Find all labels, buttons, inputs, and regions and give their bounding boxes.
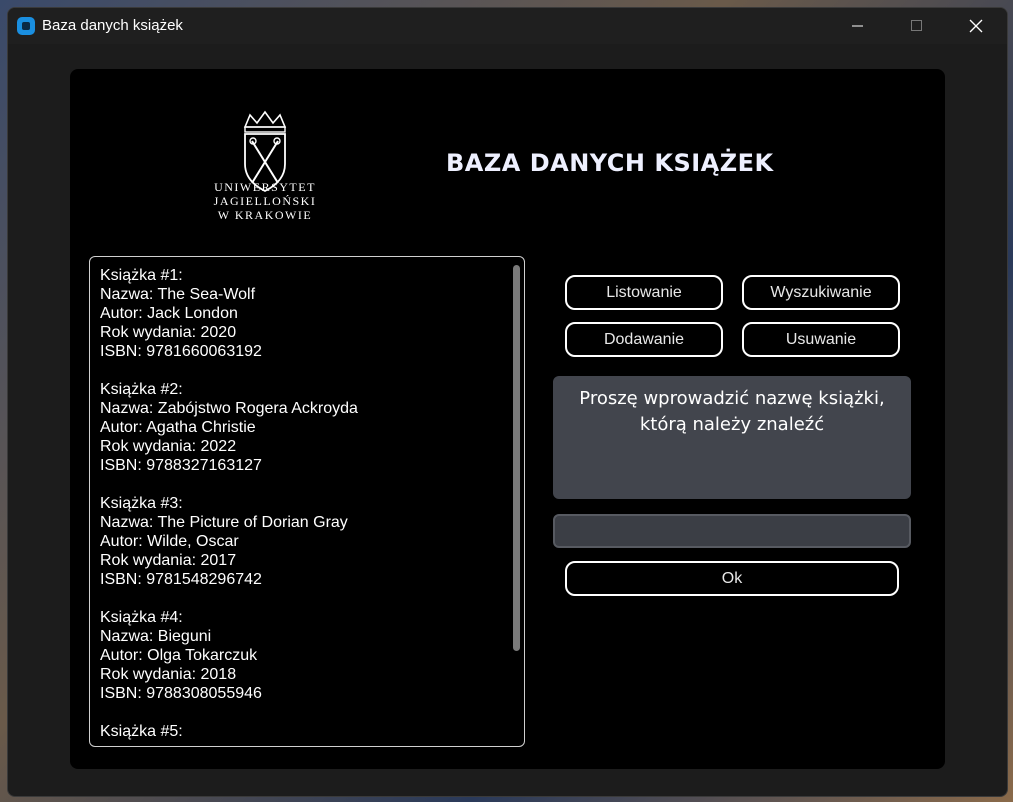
logo-line: W KRAKOWIE bbox=[217, 208, 313, 222]
maximize-button[interactable] bbox=[889, 8, 947, 44]
list-item: Książka #1: Nazwa: The Sea-Wolf Autor: J… bbox=[100, 266, 358, 361]
university-logo-text: UNIWERSYTET JAGIELLOŃSKI W KRAKOWIE bbox=[190, 180, 340, 222]
minimize-button[interactable] bbox=[830, 8, 888, 44]
book-isbn: ISBN: 9788327163127 bbox=[100, 457, 262, 474]
window-title: Baza danych książek bbox=[42, 17, 183, 34]
maximize-icon bbox=[911, 20, 922, 31]
book-author: Autor: Wilde, Oscar bbox=[100, 533, 239, 550]
book-isbn: ISBN: 9788308055946 bbox=[100, 685, 262, 702]
book-year: Rok wydania: 2017 bbox=[100, 552, 237, 569]
list-item: Książka #2: Nazwa: Zabójstwo Rogera Ackr… bbox=[100, 380, 358, 475]
book-author: Autor: Agatha Christie bbox=[100, 419, 256, 436]
book-name: Nazwa: The Sea-Wolf bbox=[100, 286, 256, 303]
book-author: Autor: Olga Tokarczuk bbox=[100, 647, 258, 664]
title-bar[interactable]: Baza danych książek bbox=[8, 8, 1007, 44]
close-button[interactable] bbox=[948, 8, 1006, 44]
book-list-textbox[interactable]: Książka #1: Nazwa: The Sea-Wolf Autor: J… bbox=[89, 256, 525, 747]
remove-button[interactable]: Usuwanie bbox=[742, 322, 900, 357]
app-icon bbox=[17, 17, 35, 35]
list-scrollbar[interactable] bbox=[513, 265, 520, 651]
prompt-line: Proszę wprowadzić nazwę książki, bbox=[579, 388, 885, 409]
book-heading: Książka #2: bbox=[100, 381, 183, 398]
close-icon bbox=[969, 19, 983, 33]
prompt-label: Proszę wprowadzić nazwę książki, którą n… bbox=[553, 376, 911, 499]
book-name: Nazwa: Bieguni bbox=[100, 628, 212, 645]
book-year: Rok wydania: 2020 bbox=[100, 324, 237, 341]
listing-button[interactable]: Listowanie bbox=[565, 275, 723, 310]
logo-line: JAGIELLOŃSKI bbox=[213, 194, 317, 208]
ok-button[interactable]: Ok bbox=[565, 561, 899, 596]
book-name: Nazwa: The Picture of Dorian Gray bbox=[100, 514, 348, 531]
app-window: Baza danych książek UNIWERSYTET JAGIELLO… bbox=[7, 7, 1008, 797]
book-name: Nazwa: Zabójstwo Rogera Ackroyda bbox=[100, 400, 358, 417]
book-year: Rok wydania: 2022 bbox=[100, 438, 237, 455]
add-button[interactable]: Dodawanie bbox=[565, 322, 723, 357]
prompt-line: którą należy znaleźć bbox=[639, 414, 825, 435]
book-list: Książka #1: Nazwa: The Sea-Wolf Autor: J… bbox=[100, 266, 358, 746]
list-item: Książka #3: Nazwa: The Picture of Dorian… bbox=[100, 494, 358, 589]
book-heading: Książka #5: bbox=[100, 723, 183, 740]
main-panel: UNIWERSYTET JAGIELLOŃSKI W KRAKOWIE BAZA… bbox=[70, 69, 945, 769]
book-year: Rok wydania: 2018 bbox=[100, 666, 237, 683]
book-heading: Książka #4: bbox=[100, 609, 183, 626]
list-item: Książka #5: bbox=[100, 722, 358, 741]
book-heading: Książka #3: bbox=[100, 495, 183, 512]
book-author: Autor: Jack London bbox=[100, 305, 238, 322]
logo-line: UNIWERSYTET bbox=[214, 180, 316, 194]
book-isbn: ISBN: 9781548296742 bbox=[100, 571, 262, 588]
page-title: BAZA DANYCH KSIĄŻEK bbox=[446, 149, 774, 177]
search-button[interactable]: Wyszukiwanie bbox=[742, 275, 900, 310]
book-heading: Książka #1: bbox=[100, 267, 183, 284]
list-item: Książka #4: Nazwa: Bieguni Autor: Olga T… bbox=[100, 608, 358, 703]
minimize-icon bbox=[852, 25, 863, 27]
book-name-input[interactable] bbox=[553, 514, 911, 548]
book-isbn: ISBN: 9781660063192 bbox=[100, 343, 262, 360]
